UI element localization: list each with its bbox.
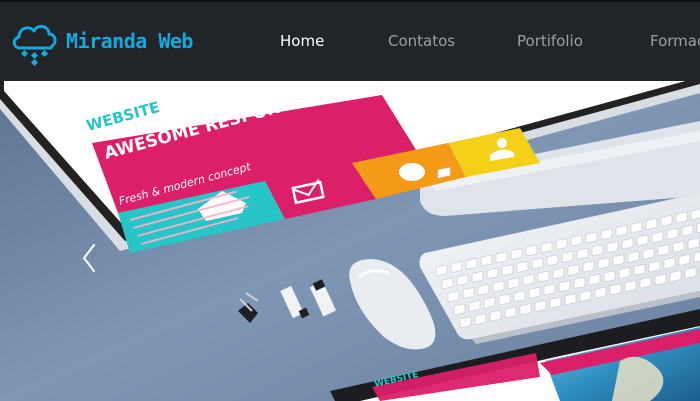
keyboard-key — [591, 244, 604, 257]
keyboard-key — [507, 277, 520, 289]
keyboard-key — [495, 251, 508, 263]
keyboard-key — [504, 306, 517, 319]
keyboard-key — [642, 247, 655, 260]
keyboard-key — [573, 277, 586, 289]
keyboard-key — [498, 293, 511, 306]
nav-link-home[interactable]: Home — [280, 32, 324, 50]
keyboard-key — [552, 267, 565, 279]
keyboard-key — [663, 257, 676, 269]
nav-link-portifolio[interactable]: Portifolio — [517, 32, 583, 50]
keyboard-key — [585, 231, 598, 244]
keyboard-key — [480, 254, 493, 267]
keyboard-key — [594, 286, 607, 299]
keyboard-key — [462, 287, 475, 299]
keyboard-key — [471, 271, 484, 283]
keyboard-key — [633, 264, 646, 276]
keyboard-key — [501, 264, 514, 276]
keyboard-key — [534, 300, 547, 312]
keyboard-key — [570, 234, 583, 247]
keyboard-key — [489, 310, 502, 322]
keyboard-key — [474, 313, 487, 325]
keyboard-key — [576, 247, 589, 260]
keyboard-key — [618, 267, 631, 279]
keyboard-key — [645, 218, 658, 230]
keyboard-key — [681, 224, 694, 237]
keyboard-key — [657, 244, 670, 256]
hero-slide-image: WEBSITE AWESOME RESPONSIVE DESIGN Fresh … — [0, 81, 700, 401]
keyboard-key — [546, 254, 559, 266]
keyboard-key — [648, 260, 661, 273]
keyboard-key — [453, 303, 466, 316]
keyboard-key — [588, 273, 601, 286]
keyboard-key — [567, 264, 580, 276]
keyboard-key — [621, 238, 634, 250]
keyboard-key — [609, 283, 622, 296]
keyboard-key — [579, 290, 592, 302]
keyboard-key — [675, 211, 688, 224]
keyboard-key — [669, 270, 682, 282]
keyboard-key — [636, 234, 649, 247]
nav-link-contatos[interactable]: Contatos — [388, 32, 455, 50]
keyboard-key — [582, 260, 595, 273]
keyboard-key — [615, 225, 628, 237]
keyboard-key — [654, 273, 667, 286]
keyboard-key — [549, 296, 562, 309]
keyboard-key — [561, 251, 574, 263]
keyboard-key — [660, 215, 673, 227]
keyboard-key — [684, 267, 697, 279]
keyboard-key — [666, 228, 679, 240]
chevron-left-icon[interactable] — [78, 241, 102, 275]
keyboard-key — [672, 241, 685, 253]
hero-carousel: WEBSITE AWESOME RESPONSIVE DESIGN Fresh … — [0, 81, 700, 401]
keyboard-key — [639, 277, 652, 289]
keyboard-key — [450, 261, 463, 273]
keyboard-key — [603, 270, 616, 283]
keyboard-key — [600, 228, 613, 240]
keyboard-key — [483, 297, 496, 309]
keyboard-key — [486, 267, 499, 280]
keyboard-key — [558, 280, 571, 292]
keyboard-key — [528, 287, 541, 299]
main-nav: Home Contatos Portifolio Formacao — [0, 32, 700, 54]
keyboard-key — [630, 221, 643, 234]
keyboard-key — [465, 258, 478, 270]
nav-link-formacao[interactable]: Formacao — [650, 32, 700, 50]
page: Miranda Web Home Contatos Portifolio For… — [0, 0, 700, 401]
keyboard-key — [492, 280, 505, 293]
keyboard-key — [651, 231, 664, 243]
keyboard-key — [456, 274, 469, 286]
keyboard-key — [510, 248, 523, 260]
keyboard-key — [516, 261, 529, 273]
keyboard-key — [531, 257, 544, 270]
keyboard-key — [678, 254, 691, 266]
keyboard-key — [525, 244, 538, 257]
keyboard-key — [687, 237, 700, 250]
keyboard-key — [606, 241, 619, 253]
keyboard-key — [612, 254, 625, 266]
keyboard-key — [519, 303, 532, 315]
keyboard-key — [624, 280, 637, 292]
keyboard-key — [468, 300, 481, 312]
keyboard-key — [522, 274, 535, 286]
keyboard-key — [564, 293, 577, 305]
keyboard-key — [447, 290, 460, 303]
keyboard-key — [441, 277, 454, 290]
keyboard-key — [597, 257, 610, 270]
keyboard-key — [555, 238, 568, 250]
keyboard-key — [537, 270, 550, 283]
keyboard-key — [459, 316, 472, 329]
keyboard-key — [513, 290, 526, 302]
keyboard-key — [435, 264, 448, 277]
keyboard-key — [543, 283, 556, 296]
keyboard-key — [540, 241, 553, 253]
keyboard-key — [627, 251, 640, 263]
keyboard-key — [477, 284, 490, 296]
navbar: Miranda Web Home Contatos Portifolio For… — [0, 0, 700, 81]
